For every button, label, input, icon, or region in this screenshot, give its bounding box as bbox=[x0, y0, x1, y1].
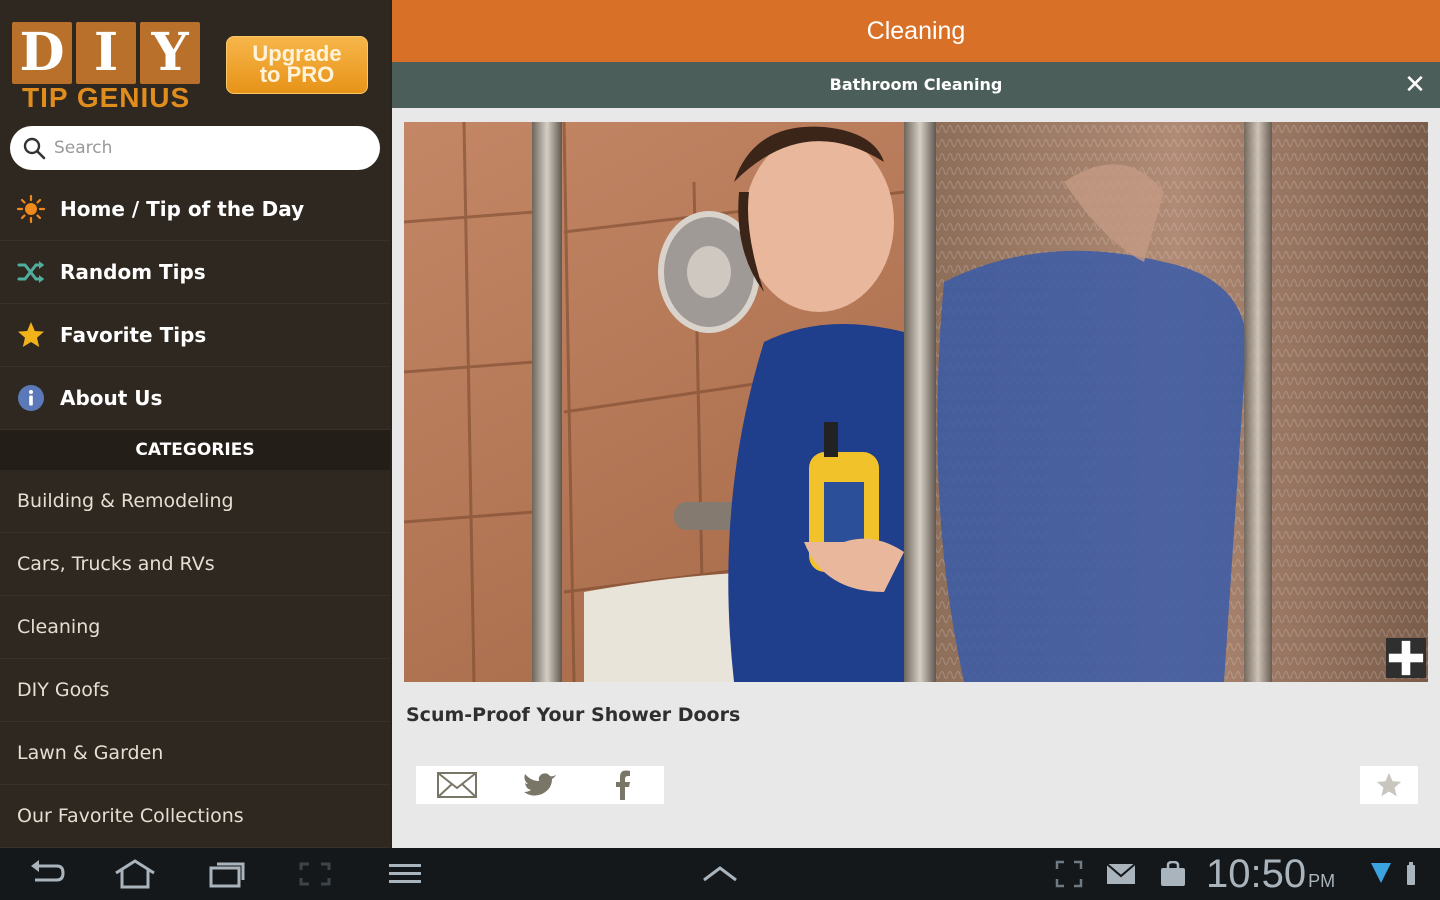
tip-title: Scum-Proof Your Shower Doors bbox=[406, 704, 741, 726]
nav-list: Home / Tip of the Day Random Tips Favori… bbox=[0, 178, 390, 430]
home-icon bbox=[115, 859, 155, 889]
upgrade-to-pro-button[interactable]: Upgrade to PRO bbox=[226, 36, 368, 94]
search-icon bbox=[23, 137, 46, 160]
page-title: Cleaning bbox=[392, 0, 1440, 62]
logo-letter-i: I bbox=[76, 22, 136, 84]
star-icon bbox=[16, 320, 46, 350]
recent-apps-icon bbox=[209, 862, 245, 888]
category-building-remodeling[interactable]: Building & Remodeling bbox=[0, 470, 390, 533]
recent-apps-button[interactable] bbox=[202, 856, 252, 892]
plus-icon bbox=[1388, 640, 1424, 676]
nav-item-random-tips[interactable]: Random Tips bbox=[0, 241, 390, 304]
app-root: D I Y TIP GENIUS Upgrade to PRO Search H… bbox=[0, 0, 1440, 900]
star-outline-icon bbox=[1376, 772, 1402, 797]
clock-ampm: PM bbox=[1308, 871, 1336, 891]
logo-subtitle: TIP GENIUS bbox=[22, 82, 191, 113]
info-icon bbox=[16, 383, 46, 413]
facebook-share-button[interactable] bbox=[593, 768, 653, 802]
tip-photo[interactable] bbox=[404, 122, 1428, 682]
nav-item-favorite-tips[interactable]: Favorite Tips bbox=[0, 304, 390, 367]
system-nav-bar: 10:50 PM bbox=[0, 848, 1440, 900]
twitter-bird-icon bbox=[523, 773, 556, 796]
close-icon[interactable]: ✕ bbox=[1400, 70, 1430, 100]
facebook-icon bbox=[615, 770, 630, 800]
category-cleaning[interactable]: Cleaning bbox=[0, 596, 390, 659]
nav-label-random-tips: Random Tips bbox=[60, 260, 206, 284]
expand-plus-button[interactable] bbox=[1386, 638, 1426, 678]
home-button[interactable] bbox=[110, 856, 160, 892]
back-arrow-icon bbox=[31, 860, 65, 882]
connectivity-status bbox=[1364, 856, 1424, 892]
sidebar: D I Y TIP GENIUS Upgrade to PRO Search H… bbox=[0, 0, 390, 848]
search-box[interactable] bbox=[10, 126, 380, 170]
categories-header: CATEGORIES bbox=[0, 430, 390, 470]
brand-header: D I Y TIP GENIUS Upgrade to PRO bbox=[0, 0, 390, 120]
status-clock: 10:50 PM bbox=[1206, 852, 1335, 900]
back-button[interactable] bbox=[22, 856, 72, 892]
nav-item-about-us[interactable]: About Us bbox=[0, 367, 390, 430]
email-share-button[interactable] bbox=[427, 768, 487, 802]
category-our-favorite-collections[interactable]: Our Favorite Collections bbox=[0, 785, 390, 848]
mail-icon bbox=[437, 772, 478, 798]
chevron-up-icon bbox=[703, 866, 737, 882]
expand-arrows-icon bbox=[1055, 860, 1083, 888]
search-input[interactable] bbox=[54, 138, 364, 158]
app-tray-button[interactable] bbox=[695, 856, 745, 892]
mail-icon bbox=[1106, 863, 1136, 884]
shopping-bag-icon bbox=[1161, 861, 1185, 886]
logo-letter-y: Y bbox=[140, 22, 200, 84]
nav-item-home[interactable]: Home / Tip of the Day bbox=[0, 178, 390, 241]
category-lawn-garden[interactable]: Lawn & Garden bbox=[0, 722, 390, 785]
diy-logo: D I Y bbox=[12, 22, 200, 84]
screenshot-button[interactable] bbox=[290, 856, 340, 892]
nav-label-about-us: About Us bbox=[60, 386, 163, 410]
shower-photo-illustration bbox=[404, 122, 1428, 682]
nav-label-favorite-tips: Favorite Tips bbox=[60, 323, 207, 347]
clock-time: 10:50 bbox=[1206, 852, 1307, 896]
tip-preview-text-faded bbox=[406, 740, 1356, 752]
fullscreen-status bbox=[1044, 856, 1094, 892]
category-diy-goofs[interactable]: DIY Goofs bbox=[0, 659, 390, 722]
nav-label-home: Home / Tip of the Day bbox=[60, 197, 305, 221]
logo-letter-d: D bbox=[12, 22, 72, 84]
main-content: Cleaning Bathroom Cleaning ✕ Scum-Proof … bbox=[392, 0, 1440, 848]
sun-icon bbox=[16, 194, 46, 224]
category-cars-trucks-rvs[interactable]: Cars, Trucks and RVs bbox=[0, 533, 390, 596]
screenshot-icon bbox=[299, 862, 331, 886]
shopping-notification bbox=[1148, 856, 1198, 892]
subcategory-title: Bathroom Cleaning bbox=[829, 75, 1003, 94]
subcategory-bar: Bathroom Cleaning ✕ bbox=[392, 62, 1440, 108]
twitter-share-button[interactable] bbox=[510, 768, 570, 802]
shuffle-icon bbox=[16, 257, 46, 287]
share-bar bbox=[416, 766, 664, 804]
menu-icon bbox=[389, 864, 421, 883]
menu-button[interactable] bbox=[380, 856, 430, 892]
wifi-battery-icon bbox=[1371, 862, 1415, 885]
mail-notification bbox=[1096, 856, 1146, 892]
category-list: Building & Remodeling Cars, Trucks and R… bbox=[0, 470, 390, 848]
favorite-star-button[interactable] bbox=[1360, 766, 1418, 804]
